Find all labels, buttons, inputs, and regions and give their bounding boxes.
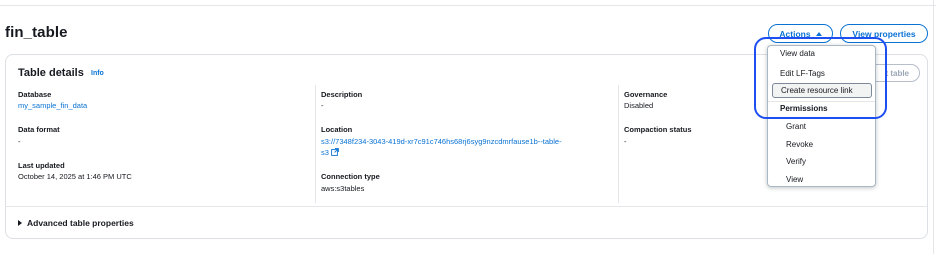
last-updated-value: October 14, 2025 at 1:46 PM UTC: [18, 172, 132, 181]
view-properties-button[interactable]: View properties: [840, 24, 928, 43]
governance-label: Governance: [624, 90, 668, 99]
column-divider: [315, 85, 316, 203]
compaction-status-value: -: [624, 137, 627, 146]
actions-button[interactable]: Actions: [768, 24, 833, 43]
caret-up-icon: [815, 31, 822, 36]
view-properties-label: View properties: [852, 28, 916, 39]
menu-item-view-data[interactable]: View data: [768, 48, 875, 60]
section-title: Table details: [18, 67, 84, 79]
governance-value: Disabled: [624, 101, 654, 110]
menu-item-view[interactable]: View: [768, 172, 875, 186]
connection-type-label: Connection type: [321, 172, 380, 181]
compaction-status-label: Compaction status: [624, 125, 692, 134]
menu-group-permissions: Permissions: [780, 104, 828, 113]
location-line-1: s3://7348f234-3043-419d-xr7c91c746hs68rj…: [321, 137, 562, 146]
advanced-properties-toggle[interactable]: Advanced table properties: [18, 218, 134, 228]
menu-item-revoke[interactable]: Revoke: [768, 137, 875, 152]
description-label: Description: [321, 90, 363, 99]
edit-table-label: t table: [885, 68, 909, 78]
panel-separator: [6, 206, 927, 207]
top-divider: [0, 5, 936, 6]
menu-item-grant[interactable]: Grant: [768, 119, 875, 134]
external-link-icon: [331, 148, 339, 156]
data-format-value: -: [18, 137, 21, 146]
last-updated-label: Last updated: [18, 161, 65, 170]
description-value: -: [321, 101, 324, 110]
database-label: Database: [18, 90, 52, 99]
menu-item-verify[interactable]: Verify: [768, 154, 875, 169]
location-label: Location: [321, 125, 353, 134]
database-link[interactable]: my_sample_fin_data: [18, 100, 87, 111]
caret-right-icon: [18, 220, 22, 226]
location-link[interactable]: s3://7348f234-3043-419d-xr7c91c746hs68rj…: [321, 136, 562, 158]
menu-item-edit-lf-tags[interactable]: Edit LF-Tags: [768, 66, 875, 81]
connection-type-value: aws:s3tables: [321, 184, 365, 193]
info-link[interactable]: Info: [91, 70, 104, 77]
actions-dropdown-menu: View data Edit LF-Tags Create resource l…: [767, 45, 876, 187]
location-line-2: s3: [321, 147, 562, 158]
column-divider: [618, 85, 619, 203]
data-format-label: Data format: [18, 125, 60, 134]
advanced-properties-label: Advanced table properties: [27, 218, 134, 228]
location-line-2-text: s3: [321, 148, 329, 157]
actions-button-label: Actions: [779, 28, 811, 39]
page-title: fin_table: [5, 24, 68, 41]
right-edge-divider: [933, 0, 934, 254]
menu-item-create-resource-link[interactable]: Create resource link: [772, 83, 872, 98]
